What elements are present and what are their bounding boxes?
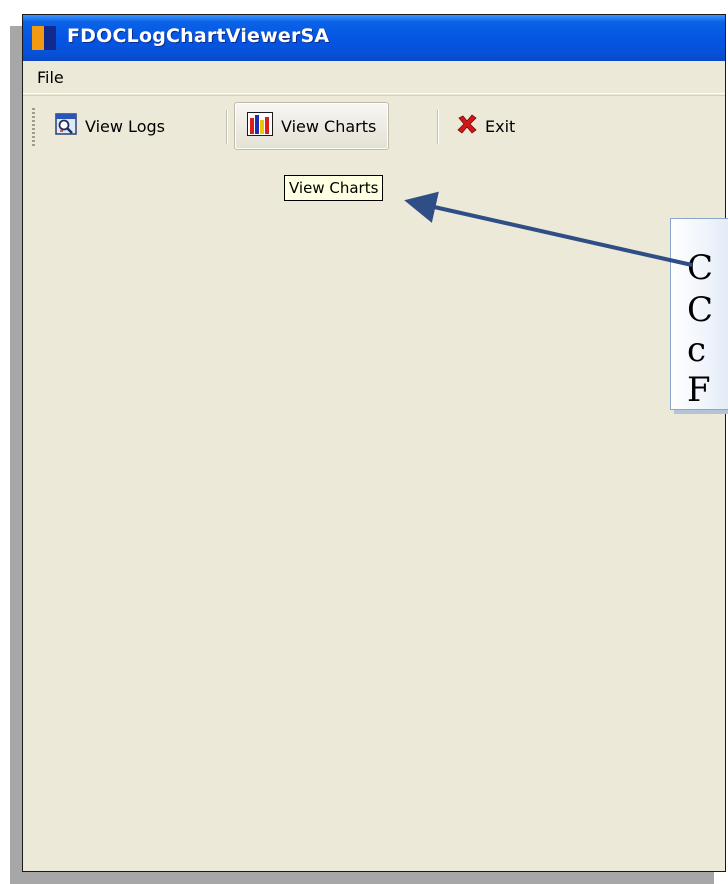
callout-arrow: [404, 191, 693, 267]
